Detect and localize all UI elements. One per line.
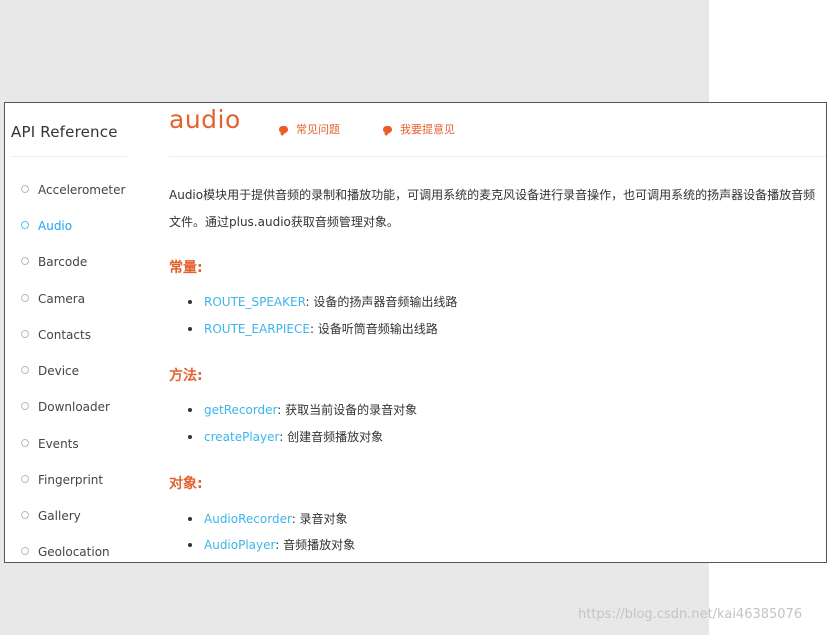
bullet-icon (188, 327, 192, 331)
sidebar-item-label: Audio (38, 219, 73, 233)
sidebar-item-downloader[interactable]: Downloader (21, 397, 110, 417)
sidebar-item-geolocation[interactable]: Geolocation (21, 542, 110, 562)
circle-bullet-icon (21, 294, 29, 302)
audio-player-link[interactable]: AudioPlayer (204, 538, 275, 552)
list-item-text: : 创建音频播放对象 (279, 430, 384, 444)
sidebar-item-contacts[interactable]: Contacts (21, 325, 91, 345)
page-title: audio (169, 105, 241, 134)
list-item-text: : 获取当前设备的录音对象 (277, 403, 418, 417)
sidebar-item-label: Camera (38, 292, 86, 306)
sidebar-item-label: Device (38, 364, 80, 378)
faq-link[interactable]: 常见问题 (279, 121, 340, 137)
circle-bullet-icon (21, 221, 29, 229)
bullet-icon (188, 300, 192, 304)
circle-bullet-icon (21, 185, 29, 193)
sidebar-item-label: Barcode (38, 255, 88, 269)
circle-bullet-icon (21, 257, 29, 265)
bullet-icon (188, 408, 192, 412)
circle-bullet-icon (21, 547, 29, 555)
constants-heading: 常量: (169, 260, 203, 276)
methods-heading: 方法: (169, 368, 203, 384)
list-item-text: : 录音对象 (291, 512, 348, 526)
bullet-icon (188, 543, 192, 547)
watermark: https://blog.csdn.net/kai46385076 (578, 607, 803, 622)
bullet-icon (188, 517, 192, 521)
module-description-line1: Audio模块用于提供音频的录制和播放功能，可调用系统的麦克风设备进行录音操作，… (169, 188, 816, 202)
sidebar-item-events[interactable]: Events (21, 434, 79, 454)
bullet-icon (188, 435, 192, 439)
circle-bullet-icon (21, 439, 29, 447)
list-item: getRecorder: 获取当前设备的录音对象 (188, 401, 417, 418)
faq-link-label: 常见问题 (296, 123, 340, 136)
doc-window: API Reference Accelerometer Audio Barcod… (4, 102, 827, 563)
circle-bullet-icon (21, 511, 29, 519)
sidebar-item-label: Fingerprint (38, 473, 104, 487)
sidebar-item-label: Events (38, 437, 79, 451)
module-description-line2: 文件。通过plus.audio获取音频管理对象。 (169, 215, 399, 229)
sidebar-title: API Reference (11, 123, 118, 141)
list-item: ROUTE_SPEAKER: 设备的扬声器音频输出线路 (188, 293, 457, 310)
sidebar-item-label: Accelerometer (38, 183, 126, 197)
objects-heading: 对象: (169, 476, 203, 492)
route-speaker-link[interactable]: ROUTE_SPEAKER (204, 295, 306, 309)
sidebar-item-label: Gallery (38, 509, 81, 523)
feedback-link[interactable]: 我要提意见 (383, 121, 455, 137)
list-item: ROUTE_EARPIECE: 设备听筒音频输出线路 (188, 320, 438, 337)
route-earpiece-link[interactable]: ROUTE_EARPIECE (204, 322, 310, 336)
header-divider (169, 156, 826, 157)
sidebar-item-label: Geolocation (38, 545, 110, 559)
sidebar-item-camera[interactable]: Camera (21, 289, 85, 309)
list-item: AudioRecorder: 录音对象 (188, 510, 348, 527)
list-item: createPlayer: 创建音频播放对象 (188, 428, 383, 445)
circle-bullet-icon (21, 330, 29, 338)
list-item: AudioPlayer: 音频播放对象 (188, 536, 355, 553)
sidebar-item-audio[interactable]: Audio (21, 216, 72, 236)
get-recorder-link[interactable]: getRecorder (204, 403, 277, 417)
list-item-text: : 设备听筒音频输出线路 (309, 322, 438, 336)
sidebar-item-label: Downloader (38, 400, 110, 414)
sidebar-item-label: Contacts (38, 328, 91, 342)
audio-recorder-link[interactable]: AudioRecorder (204, 512, 292, 526)
sidebar-item-gallery[interactable]: Gallery (21, 506, 81, 526)
speech-bubble-icon (383, 126, 392, 136)
list-item-text: : 设备的扬声器音频输出线路 (305, 295, 458, 309)
circle-bullet-icon (21, 475, 29, 483)
sidebar-item-accelerometer[interactable]: Accelerometer (21, 180, 125, 200)
list-item-text: : 音频播放对象 (275, 538, 356, 552)
circle-bullet-icon (21, 402, 29, 410)
sidebar-item-barcode[interactable]: Barcode (21, 252, 87, 272)
create-player-link[interactable]: createPlayer (204, 430, 279, 444)
sidebar-divider (11, 156, 127, 157)
sidebar-item-fingerprint[interactable]: Fingerprint (21, 470, 103, 490)
speech-bubble-icon (279, 126, 288, 136)
sidebar-item-device[interactable]: Device (21, 361, 79, 381)
feedback-link-label: 我要提意见 (400, 123, 455, 136)
circle-bullet-icon (21, 366, 29, 374)
